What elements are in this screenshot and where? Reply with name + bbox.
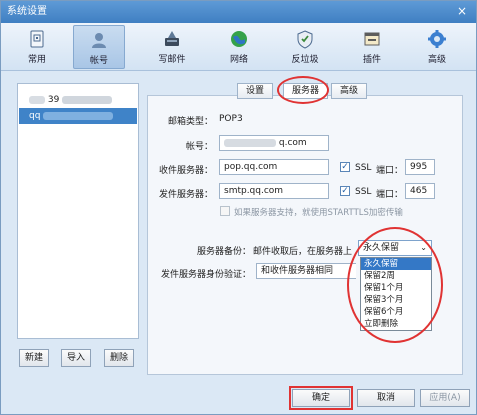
new-account-button[interactable]: 新建: [19, 349, 50, 367]
tab-settings[interactable]: 设置: [237, 83, 274, 99]
chevron-down-icon: ⌄: [420, 243, 427, 252]
toolbar-item-antispam[interactable]: 反垃圾: [279, 25, 331, 69]
cancel-button[interactable]: 取消: [357, 389, 415, 407]
toolbar-item-compose[interactable]: 写邮件: [146, 25, 198, 69]
toolbar-item-network[interactable]: 网络: [213, 25, 265, 69]
toolbar-label: 插件: [362, 55, 381, 65]
account-label: qq: [29, 111, 41, 121]
title-bar: 系统设置 ×: [1, 1, 476, 23]
antispam-shield-icon: [297, 30, 313, 49]
category-toolbar: 常用 帐号 写邮件 网络 反垃圾 插件 高级: [1, 23, 476, 71]
apply-button[interactable]: 应用(A): [420, 389, 470, 407]
account-list-item[interactable]: 39: [19, 92, 137, 108]
import-account-button[interactable]: 导入: [61, 349, 92, 367]
outgoing-server-field[interactable]: smtp.qq.com: [219, 183, 329, 199]
account-field-value: q.com: [278, 138, 307, 148]
dropdown-option[interactable]: 保留6个月: [361, 306, 431, 318]
settings-window: 系统设置 × 常用 帐号 写邮件 网络 反垃圾 插件 高级 39 qq 新建 导…: [0, 0, 477, 415]
outgoing-ssl-label: SSL: [355, 187, 372, 197]
plugin-icon: [364, 32, 380, 46]
toolbar-item-advanced[interactable]: 高级: [411, 25, 463, 69]
server-backup-select[interactable]: 永久保留 ⌄: [358, 240, 432, 256]
server-backup-options: 永久保留 保留2周 保留1个月 保留3个月 保留6个月 立即删除: [360, 257, 432, 331]
outgoing-server-label: 发件服务器：: [158, 190, 213, 200]
server-backup-desc: 邮件收取后，在服务器上: [253, 247, 353, 257]
toolbar-label: 网络: [229, 55, 248, 65]
account-list-item-selected[interactable]: qq: [19, 108, 137, 124]
ok-button[interactable]: 确定: [292, 389, 350, 407]
incoming-ssl-label: SSL: [355, 163, 372, 173]
toolbar-label: 写邮件: [158, 55, 186, 65]
dropdown-option[interactable]: 永久保留: [361, 258, 431, 270]
outgoing-port-label: 端口：: [376, 190, 404, 200]
dropdown-option[interactable]: 保留2周: [361, 270, 431, 282]
outgoing-auth-label: 发件服务器身份验证：: [161, 270, 252, 280]
incoming-server-field[interactable]: pop.qq.com: [219, 159, 329, 175]
account-field-label: 帐号：: [185, 142, 213, 152]
toolbar-item-account[interactable]: 帐号: [73, 25, 125, 69]
account-icon: [92, 33, 106, 48]
outgoing-auth-select[interactable]: 和收件服务器相同: [256, 263, 356, 279]
compose-icon: [165, 31, 179, 46]
dropdown-option[interactable]: 保留1个月: [361, 282, 431, 294]
account-label: 39: [47, 95, 60, 105]
tab-server[interactable]: 服务器: [283, 83, 329, 99]
server-backup-label: 服务器备份：: [197, 247, 252, 257]
toolbar-label: 常用: [27, 55, 46, 65]
dropdown-option[interactable]: 保留3个月: [361, 294, 431, 306]
toolbar-label: 帐号: [89, 56, 108, 66]
outgoing-port-field[interactable]: 465: [405, 183, 435, 199]
toolbar-item-general[interactable]: 常用: [11, 25, 63, 69]
window-title: 系统设置: [7, 6, 47, 17]
close-icon[interactable]: ×: [456, 5, 468, 17]
toolbar-label: 反垃圾: [291, 55, 319, 65]
incoming-port-label: 端口：: [376, 166, 404, 176]
incoming-port-field[interactable]: 995: [405, 159, 435, 175]
incoming-ssl-checkbox[interactable]: ✓: [340, 162, 350, 172]
delete-account-button[interactable]: 删除: [104, 349, 135, 367]
incoming-server-label: 收件服务器：: [158, 166, 213, 176]
account-list: 39 qq: [17, 83, 139, 339]
starttls-note: 如果服务器支持，就使用STARTTLS加密传输: [234, 208, 403, 218]
outgoing-ssl-checkbox[interactable]: ✓: [340, 186, 350, 196]
network-icon: [231, 31, 247, 47]
mailbox-type-value: POP3: [219, 114, 243, 124]
account-field[interactable]: q.com: [219, 135, 329, 151]
server-backup-selected: 永久保留: [363, 243, 400, 253]
mailbox-type-label: 邮箱类型：: [167, 117, 213, 127]
tab-advanced[interactable]: 高级: [331, 83, 368, 99]
general-settings-icon: [30, 30, 44, 48]
starttls-checkbox[interactable]: [220, 206, 230, 216]
toolbar-item-plugin[interactable]: 插件: [346, 25, 398, 69]
toolbar-label: 高级: [427, 55, 446, 65]
advanced-gear-icon: [428, 30, 446, 48]
dropdown-option[interactable]: 立即删除: [361, 318, 431, 330]
